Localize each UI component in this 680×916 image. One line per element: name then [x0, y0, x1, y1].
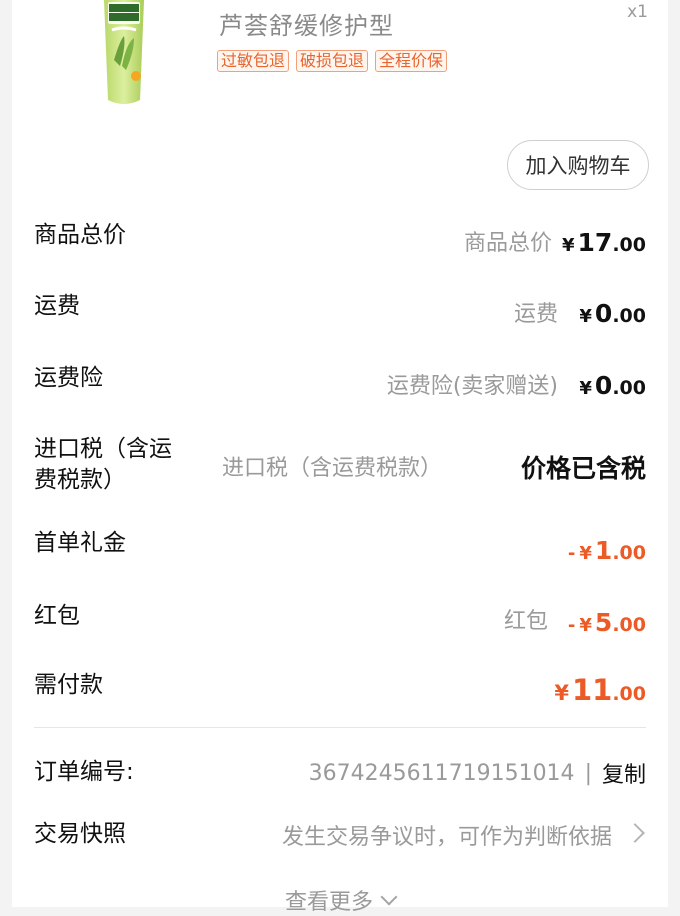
import-tax-label-line2: 费税款）	[34, 467, 126, 493]
minus-sign: -	[567, 543, 576, 564]
amount-integer: 5	[594, 608, 613, 637]
service-tags: 过敏包退 破损包退 全程价保	[217, 50, 448, 72]
tag-allergy-return: 过敏包退	[217, 50, 290, 72]
product-image[interactable]	[96, 0, 152, 110]
snapshot-label[interactable]: 交易快照	[34, 819, 126, 850]
import-tax-sub: 进口税（含运费税款）	[222, 456, 443, 481]
currency-symbol: ¥	[579, 378, 592, 399]
view-more-button[interactable]: 查看更多	[12, 884, 668, 916]
amount-integer: 17	[577, 228, 613, 257]
tag-damage-return: 破损包退	[296, 50, 369, 72]
amount-decimal: .00	[612, 542, 646, 564]
add-to-cart-button[interactable]: 加入购物车	[507, 140, 649, 190]
import-tax-label: 进口税（含运 费税款）	[34, 434, 172, 496]
order-number-label: 订单编号:	[34, 759, 134, 785]
amount-integer: 0	[594, 371, 613, 400]
currency-symbol: ¥	[562, 235, 575, 256]
product-title[interactable]: 芦荟舒缓修护型	[219, 6, 394, 41]
shipping-amount: ¥0.00	[579, 299, 646, 328]
import-tax-label-line1: 进口税（含运	[34, 436, 172, 462]
amount-decimal: .00	[612, 234, 646, 256]
shipping-sub: 运费	[513, 302, 558, 327]
view-more-label: 查看更多	[284, 890, 373, 915]
amount-due-label: 需付款	[34, 672, 103, 698]
first-order-gift-label: 首单礼金	[34, 530, 126, 556]
amount-integer: 1	[594, 536, 613, 565]
shipping-insurance-label: 运费险	[34, 365, 103, 391]
amount-decimal: .00	[612, 305, 646, 327]
goods-total-amount: ¥17.00	[562, 228, 646, 257]
tag-price-protection: 全程价保	[375, 50, 448, 72]
order-number-row: 3674245611719151014 | 复制	[309, 757, 646, 789]
shipping-label: 运费	[34, 293, 80, 319]
amount-integer: 0	[594, 299, 613, 328]
amount-due-value: ¥11.00	[554, 673, 646, 707]
red-packet-sub: 红包	[503, 609, 548, 634]
aloe-vera-hand-cream-tube-icon	[104, 0, 144, 104]
chevron-right-icon[interactable]	[625, 823, 645, 843]
shipping-insurance-sub: 运费险(卖家赠送)	[386, 374, 558, 399]
snapshot-description[interactable]: 发生交易争议时，可作为判断依据	[282, 819, 612, 851]
section-divider	[34, 727, 646, 728]
amount-decimal: .00	[612, 683, 646, 705]
currency-symbol: ¥	[579, 615, 592, 636]
first-order-gift-amount: - ¥1.00	[568, 536, 646, 565]
currency-symbol: ¥	[579, 306, 592, 327]
order-separator: |	[584, 760, 592, 786]
amount-decimal: .00	[612, 614, 646, 636]
red-packet-amount: - ¥5.00	[568, 608, 646, 637]
goods-total-label: 商品总价	[34, 222, 126, 248]
minus-sign: -	[567, 615, 576, 636]
red-packet-label: 红包	[34, 603, 80, 629]
amount-decimal: .00	[612, 377, 646, 399]
order-detail-card: 芦荟舒缓修护型 x1 过敏包退 破损包退 全程价保 加入购物车 商品总价 商品总…	[12, 0, 668, 915]
chevron-down-icon	[380, 888, 398, 906]
amount-integer: 11	[571, 673, 613, 707]
currency-symbol: ¥	[554, 681, 569, 705]
product-quantity: x1	[627, 2, 648, 22]
copy-button[interactable]: 复制	[602, 757, 646, 789]
shipping-insurance-amount: ¥0.00	[579, 371, 646, 400]
currency-symbol: ¥	[579, 543, 592, 564]
import-tax-value: 价格已含税	[520, 454, 646, 483]
order-number: 3674245611719151014	[308, 760, 575, 786]
goods-total-sub: 商品总价	[463, 231, 552, 256]
